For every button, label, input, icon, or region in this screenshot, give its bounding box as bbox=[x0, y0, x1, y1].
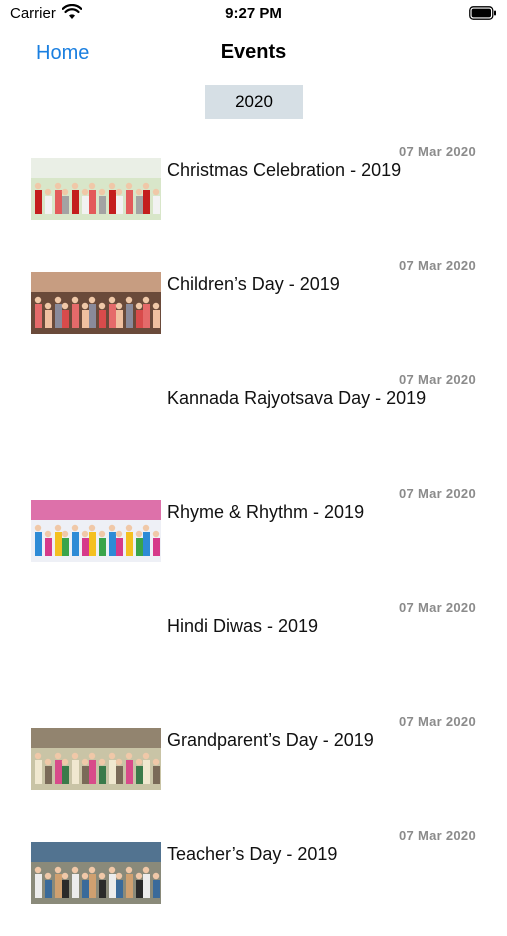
status-time: 9:27 PM bbox=[225, 5, 282, 22]
event-date: 07 Mar 2020 bbox=[398, 714, 476, 729]
event-row[interactable]: 07 Mar 2020 Christmas Celebration - 2019 bbox=[0, 138, 507, 252]
page-title: Events bbox=[220, 41, 287, 63]
event-date: 07 Mar 2020 bbox=[398, 486, 476, 501]
year-filter-button[interactable]: 2020 bbox=[205, 85, 303, 119]
event-row[interactable]: 07 Mar 2020 Grandparent’s Day - 2019 bbox=[0, 708, 507, 822]
event-thumbnail bbox=[31, 272, 161, 334]
event-title: Teacher’s Day - 2019 bbox=[167, 844, 338, 864]
event-thumbnail bbox=[31, 158, 161, 220]
event-list: 07 Mar 2020 Christmas Celebration - 2019 0… bbox=[0, 138, 507, 936]
event-title: Hindi Diwas - 2019 bbox=[167, 616, 319, 636]
event-row[interactable]: 07 Mar 2020 Hindi Diwas - 2019 bbox=[0, 594, 507, 708]
event-date: 07 Mar 2020 bbox=[398, 258, 476, 273]
event-row[interactable]: 07 Mar 2020 Kannada Rajyotsava Day - 2019 bbox=[0, 366, 507, 480]
event-title: Children’s Day - 2019 bbox=[167, 274, 340, 294]
event-row[interactable]: 07 Mar 2020 Rhyme & Rhythm - 2019 bbox=[0, 480, 507, 594]
event-title: Grandparent’s Day - 2019 bbox=[167, 730, 374, 750]
event-thumbnail bbox=[31, 842, 161, 904]
event-row[interactable]: 07 Mar 2020 Teacher’s Day - 2019 bbox=[0, 822, 507, 936]
event-row[interactable]: 07 Mar 2020 Children’s Day - 2019 bbox=[0, 252, 507, 366]
event-title: Kannada Rajyotsava Day - 2019 bbox=[167, 388, 427, 408]
event-thumbnail bbox=[31, 728, 161, 790]
event-date: 07 Mar 2020 bbox=[398, 144, 476, 159]
event-date: 07 Mar 2020 bbox=[398, 828, 476, 843]
event-title: Christmas Celebration - 2019 bbox=[167, 160, 402, 180]
event-date: 07 Mar 2020 bbox=[398, 600, 476, 615]
status-bar: Carrier 9:27 PM bbox=[0, 0, 507, 28]
event-thumbnail bbox=[31, 500, 161, 562]
battery-icon bbox=[469, 6, 497, 20]
navigation-bar: Home Events bbox=[0, 28, 507, 78]
event-date: 07 Mar 2020 bbox=[398, 372, 476, 387]
event-title: Rhyme & Rhythm - 2019 bbox=[167, 502, 365, 522]
